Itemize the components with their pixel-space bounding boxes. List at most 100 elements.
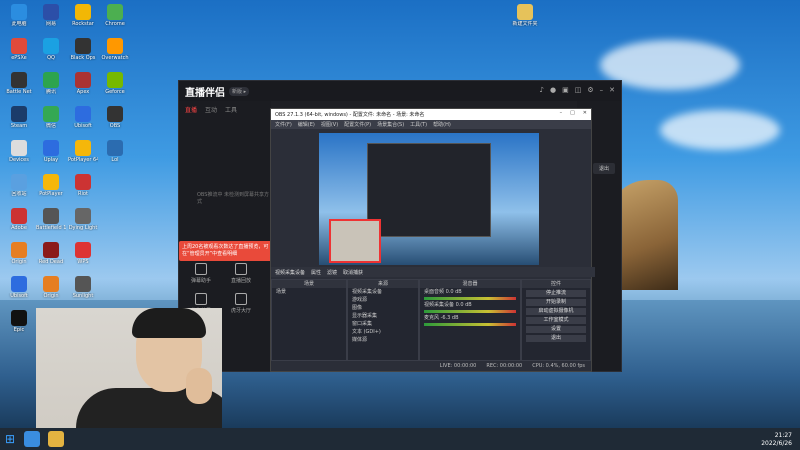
volume-meter[interactable]: [424, 297, 516, 300]
app-icon: [43, 174, 59, 190]
desktop-icon[interactable]: Rockstar: [68, 4, 98, 27]
obs-control-button[interactable]: 设置: [526, 326, 586, 333]
desktop-icon[interactable]: Ubisoft: [4, 276, 34, 299]
desktop-icon[interactable]: Sunlight: [68, 276, 98, 299]
obs-menu-item[interactable]: 工具(T): [410, 121, 427, 128]
source-item[interactable]: 文本 (GDI+): [348, 328, 418, 336]
obs-control-button[interactable]: 工作室模式: [526, 317, 586, 324]
obs-source-tab[interactable]: 视频采集设备: [275, 269, 305, 276]
exit-button[interactable]: 退出: [592, 163, 615, 174]
desktop-icon[interactable]: Epic: [4, 310, 34, 333]
source-item[interactable]: 图像: [348, 304, 418, 312]
edge-icon[interactable]: [24, 431, 40, 447]
desktop-icon[interactable]: PotPlayer 64: [68, 140, 98, 163]
minimize-icon[interactable]: –: [600, 86, 604, 94]
app-nav-tab[interactable]: 工具: [225, 105, 237, 114]
desktop-icon[interactable]: Overwatch: [100, 38, 130, 61]
desktop-icon[interactable]: Adobe: [4, 208, 34, 231]
obs-source-tab[interactable]: 属性: [311, 269, 321, 276]
source-item[interactable]: 游戏源: [348, 296, 418, 304]
desktop-icon[interactable]: Dying Light: [68, 208, 98, 231]
desktop-icon[interactable]: 微信: [36, 106, 66, 129]
obs-menu-item[interactable]: 编辑(E): [298, 121, 315, 128]
obs-menu-item[interactable]: 帮助(H): [433, 121, 451, 128]
system-tray-clock[interactable]: 21:27 2022/6/26: [761, 432, 792, 448]
desktop-icon[interactable]: QQ: [36, 38, 66, 61]
desktop-icon[interactable]: Ubisoft: [68, 106, 98, 129]
volume-meter[interactable]: [424, 310, 516, 313]
obs-control-button[interactable]: 退出: [526, 335, 586, 342]
app-icon: [11, 242, 27, 258]
bag-icon[interactable]: ▣: [562, 86, 569, 94]
scenes-header: 场景: [272, 280, 346, 288]
obs-statusbar: LIVE: 00:00:00 REC: 00:00:00 CPU: 0.4%, …: [271, 361, 591, 371]
desktop-icon[interactable]: Lol: [100, 140, 130, 163]
desktop-icon[interactable]: Battlefield 1: [36, 208, 66, 231]
desktop-icon-label: 网易: [45, 21, 56, 27]
tiktok-icon[interactable]: ♪: [540, 86, 544, 94]
obs-menu-item[interactable]: 视图(V): [321, 121, 338, 128]
maximize-icon[interactable]: □: [570, 110, 575, 116]
desktop-icon-label: 腾讯: [45, 89, 56, 95]
app-icon: [75, 208, 91, 224]
desktop-icon[interactable]: 回收站: [4, 174, 34, 197]
volume-meter[interactable]: [424, 323, 516, 326]
explorer-icon[interactable]: [48, 431, 64, 447]
source-item[interactable]: 窗口采集: [348, 320, 418, 328]
preview-webcam-source[interactable]: [329, 219, 381, 263]
desktop-icon[interactable]: 腾讯: [36, 72, 66, 95]
desktop-icon[interactable]: Apex: [68, 72, 98, 95]
obs-preview[interactable]: [319, 133, 539, 265]
window-icon[interactable]: ◫: [575, 86, 582, 94]
desktop-icon-label: PotPlayer: [39, 191, 63, 197]
desktop-icon[interactable]: Steam: [4, 106, 34, 129]
tool-button[interactable]: 直播回放: [227, 263, 255, 284]
minimize-icon[interactable]: –: [560, 110, 563, 116]
obs-source-tab[interactable]: 滤镜: [327, 269, 337, 276]
desktop-icon[interactable]: Origin: [36, 276, 66, 299]
desktop-icon[interactable]: Chrome: [100, 4, 130, 27]
close-icon[interactable]: ✕: [583, 110, 587, 116]
app-icon: [107, 38, 123, 54]
desktop-icon[interactable]: Origin: [4, 242, 34, 265]
obs-source-tab[interactable]: 取消捕获: [343, 269, 363, 276]
desktop-icon[interactable]: Battle Net: [4, 72, 34, 95]
source-item[interactable]: 显示器采集: [348, 312, 418, 320]
app-nav-tab[interactable]: 互动: [205, 105, 217, 114]
desktop-icon[interactable]: 此电脑: [4, 4, 34, 27]
mixer-dock: 混音器 桌面音频 0.0 dB 视频采集设备 0.0 dB 麦克风 -6.3 dB: [419, 279, 521, 361]
source-item[interactable]: 媒体源: [348, 336, 418, 344]
source-item[interactable]: 视频采集设备: [348, 288, 418, 296]
desktop-icon[interactable]: WPS: [68, 242, 98, 265]
gear-icon[interactable]: ⚙: [587, 86, 593, 94]
version-badge[interactable]: 新版 ▸: [229, 86, 250, 96]
controls-dock: 控件 停止推流 开始录制 启动虚拟摄像机 工作室模式 设置 退出: [521, 279, 591, 361]
scene-item[interactable]: 场景: [272, 288, 346, 296]
desktop-icon[interactable]: Black Ops: [68, 38, 98, 61]
obs-control-button[interactable]: 开始录制: [526, 299, 586, 306]
obs-control-button[interactable]: 停止推流: [526, 290, 586, 297]
desktop-icon[interactable]: Geforce: [100, 72, 130, 95]
rec-time: REC: 00:00:00: [486, 363, 523, 369]
notice-tip[interactable]: 上周20名被观看次数达了直播预览，可在“管理员开”中查看明细: [179, 241, 281, 261]
obs-menu-item[interactable]: 配置文件(P): [344, 121, 371, 128]
desktop-icon[interactable]: Red Dead: [36, 242, 66, 265]
desktop-icon[interactable]: ePSXe: [4, 38, 34, 61]
desktop-icon[interactable]: PotPlayer: [36, 174, 66, 197]
close-icon[interactable]: ✕: [609, 86, 615, 94]
windows-start-icon[interactable]: ⊞: [0, 429, 20, 449]
obs-control-button[interactable]: 启动虚拟摄像机: [526, 308, 586, 315]
desktop-icon[interactable]: Devices: [4, 140, 34, 163]
desktop-icon[interactable]: Uplay: [36, 140, 66, 163]
tool-button[interactable]: 虎牙大厅: [227, 293, 255, 314]
obs-menu-item[interactable]: 文件(F): [275, 121, 292, 128]
desktop-icon[interactable]: 网易: [36, 4, 66, 27]
app-nav-tab[interactable]: 直播: [185, 105, 197, 114]
obs-menu-item[interactable]: 场景集合(S): [377, 121, 404, 128]
desktop-icon[interactable]: OBS: [100, 106, 130, 129]
tool-button[interactable]: 弹幕助手: [187, 263, 215, 284]
desktop-icon-folder[interactable]: 新建文件夹: [510, 4, 540, 27]
desktop-icon[interactable]: Riot: [68, 174, 98, 197]
avatar[interactable]: ●: [550, 86, 556, 94]
obs-title: OBS 27.1.3 (64-bit, windows) - 配置文件: 未命名…: [275, 112, 425, 118]
